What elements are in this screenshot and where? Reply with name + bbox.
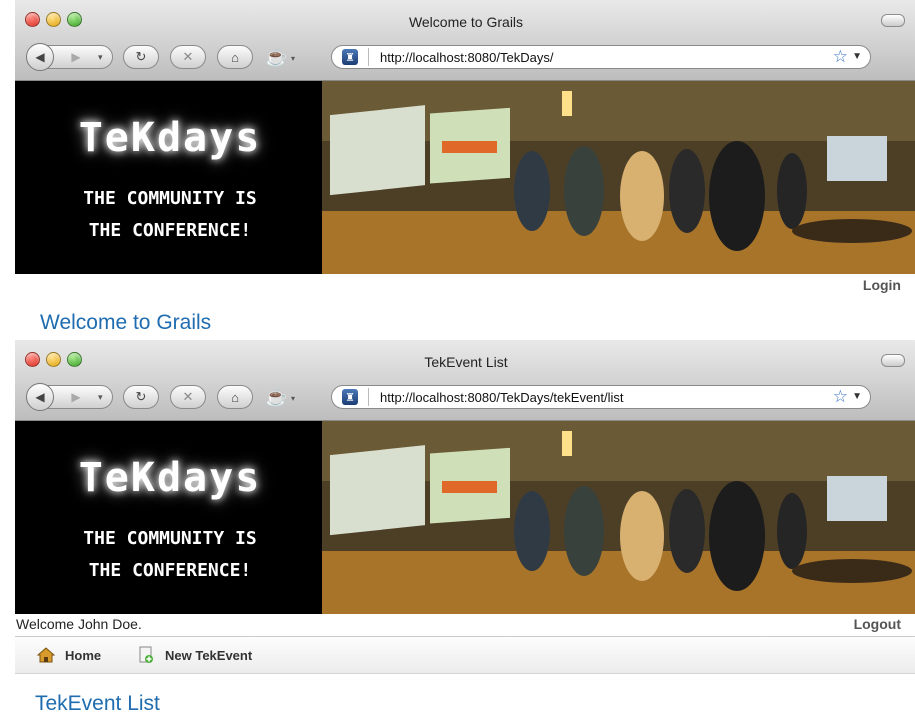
conference-photo xyxy=(322,421,915,614)
window-title: Welcome to Grails xyxy=(408,14,524,30)
nav-home-label: Home xyxy=(65,647,102,663)
url-separator xyxy=(368,388,369,406)
greasemonkey-cup-icon[interactable]: ☕ xyxy=(265,47,291,69)
new-document-icon xyxy=(137,646,155,664)
tagline-line2: THE CONFERENCE! xyxy=(88,220,252,241)
site-favicon-icon: ♜ xyxy=(342,389,358,405)
site-banner: TeKdays THE COMMUNITY IS THE CONFERENCE! xyxy=(15,81,915,274)
navigation-toolbar: ◀ ▶ ▾ ↻ ✕ ⌂ ☕ ▾ ♜ http://localhost:8080/… xyxy=(15,382,915,414)
star-icon[interactable]: ☆ xyxy=(833,47,848,67)
forward-arrow-icon[interactable]: ▶ xyxy=(54,390,98,404)
page-title: Welcome to Grails xyxy=(40,311,212,334)
page-title-tekevent-list: TekEvent List xyxy=(35,692,160,715)
reload-icon[interactable]: ↻ xyxy=(123,385,159,409)
logo-panel: TeKdays THE COMMUNITY IS THE CONFERENCE! xyxy=(15,81,322,274)
conference-photo-image xyxy=(322,81,915,274)
site-logo: TeKdays xyxy=(78,455,262,501)
stop-icon[interactable]: ✕ xyxy=(170,45,206,69)
logo-panel: TeKdays THE COMMUNITY IS THE CONFERENCE! xyxy=(15,421,322,614)
tagline-line1: THE COMMUNITY IS xyxy=(83,528,257,549)
browser-window-welcome: Welcome to Grails ◀ ▶ ▾ ↻ ✕ ⌂ ☕ ▾ ♜ http… xyxy=(15,0,915,336)
back-arrow-icon[interactable]: ◀ xyxy=(26,383,54,411)
address-bar[interactable]: ♜ http://localhost:8080/TekDays/tekEvent… xyxy=(331,385,871,409)
cup-dropdown-icon[interactable]: ▾ xyxy=(291,54,295,63)
history-dropdown-icon[interactable]: ▾ xyxy=(98,52,112,63)
site-logo: TeKdays xyxy=(78,115,262,161)
back-forward-button-group: ◀ ▶ ▾ xyxy=(26,43,113,71)
address-bar[interactable]: ♜ http://localhost:8080/TekDays/ ☆ ▼ xyxy=(331,45,871,69)
star-icon[interactable]: ☆ xyxy=(833,387,848,407)
nav-new-tekevent-link[interactable]: New TekEvent xyxy=(137,646,252,664)
navigation-toolbar: ◀ ▶ ▾ ↻ ✕ ⌂ ☕ ▾ ♜ http://localhost:8080/… xyxy=(15,42,915,74)
url-text[interactable]: http://localhost:8080/TekDays/tekEvent/l… xyxy=(380,390,624,405)
bookmark-dropdown-icon[interactable]: ▼ xyxy=(852,391,862,402)
home-icon[interactable]: ⌂ xyxy=(217,45,253,69)
home-icon xyxy=(37,646,55,664)
site-banner: TeKdays THE COMMUNITY IS THE CONFERENCE! xyxy=(15,421,915,614)
window-title: TekEvent List xyxy=(424,354,508,370)
toolbar-toggle-button[interactable] xyxy=(881,14,905,27)
nav-home-link[interactable]: Home xyxy=(37,646,101,664)
back-arrow-icon[interactable]: ◀ xyxy=(26,43,54,71)
logout-link[interactable]: Logout xyxy=(854,616,901,632)
home-icon[interactable]: ⌂ xyxy=(217,385,253,409)
welcome-user-text: Welcome John Doe. xyxy=(16,616,142,632)
conference-photo xyxy=(322,81,915,274)
browser-window-tekevent-list: TekEvent List ◀ ▶ ▾ ↻ ✕ ⌂ ☕ ▾ ♜ http://l… xyxy=(15,340,915,715)
nav-new-tekevent-label: New TekEvent xyxy=(165,647,253,663)
tagline-line1: THE COMMUNITY IS xyxy=(83,188,257,209)
back-forward-button-group: ◀ ▶ ▾ xyxy=(26,383,113,411)
page-body: Login Welcome to Grails xyxy=(15,274,915,336)
url-separator xyxy=(368,48,369,66)
stop-icon[interactable]: ✕ xyxy=(170,385,206,409)
reload-icon[interactable]: ↻ xyxy=(123,45,159,69)
toolbar-toggle-button[interactable] xyxy=(881,354,905,367)
greasemonkey-cup-icon[interactable]: ☕ xyxy=(265,387,291,409)
forward-arrow-icon[interactable]: ▶ xyxy=(54,50,98,64)
tagline-line2: THE CONFERENCE! xyxy=(88,560,252,581)
cup-dropdown-icon[interactable]: ▾ xyxy=(291,394,295,403)
login-link[interactable]: Login xyxy=(863,277,901,293)
url-text[interactable]: http://localhost:8080/TekDays/ xyxy=(380,50,553,65)
nav-menu: Home New TekEvent xyxy=(15,637,915,674)
user-bar: Welcome John Doe. Logout xyxy=(15,614,915,637)
conference-photo-image xyxy=(322,421,915,614)
bookmark-dropdown-icon[interactable]: ▼ xyxy=(852,51,862,62)
site-favicon-icon: ♜ xyxy=(342,49,358,65)
history-dropdown-icon[interactable]: ▾ xyxy=(98,392,112,403)
